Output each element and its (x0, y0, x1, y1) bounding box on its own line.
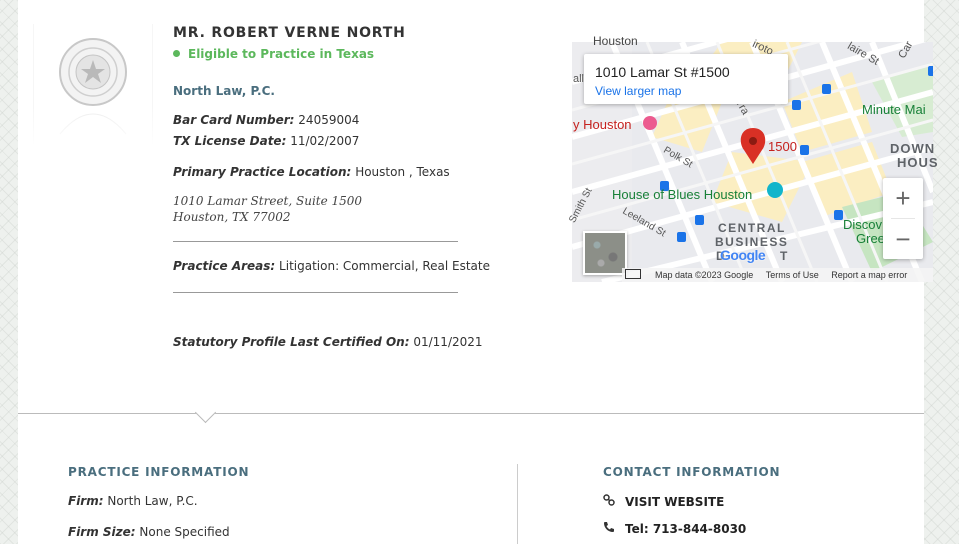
map-label-central: CENTRAL (718, 221, 786, 235)
map-label-district-end: T (780, 249, 788, 263)
telephone-link[interactable]: Tel: 713-844-8030 (603, 521, 746, 536)
certified-value: 01/11/2021 (413, 335, 483, 349)
address-line-2: Houston, TX 77002 (173, 210, 291, 224)
state-bar-seal (32, 24, 154, 144)
divider-line (173, 241, 458, 242)
bar-card-row: Bar Card Number: 24059004 (173, 113, 359, 127)
zoom-out-button[interactable]: − (883, 219, 923, 259)
attorney-name: MR. ROBERT VERNE NORTH (173, 25, 406, 41)
practice-firm-value: North Law, P.C. (107, 494, 198, 508)
map-label-minute-maid: Minute Mai (862, 102, 926, 117)
map-label-houston-top: Houston (593, 34, 638, 48)
map-data-text: Map data ©2023 Google (655, 270, 754, 280)
visit-website-link[interactable]: VISIT WEBSITE (603, 494, 724, 509)
primary-location-value: Houston , Texas (355, 165, 450, 179)
map-label-down: DOWN (890, 141, 936, 156)
firm-size-value: None Specified (139, 525, 230, 539)
popup-address: 1010 Lamar St #1500 (595, 64, 730, 80)
map-label-discov: Discov (843, 217, 883, 232)
map-label-hous: HOUS (897, 155, 939, 170)
terms-of-use-link[interactable]: Terms of Use (766, 270, 819, 280)
map-pin-label: 1500 (768, 139, 797, 154)
keyboard-icon[interactable] (625, 269, 641, 279)
firm-name-link[interactable]: North Law, P.C. (173, 84, 275, 98)
primary-location-row: Primary Practice Location: Houston , Tex… (173, 165, 450, 179)
practice-areas-value: Litigation: Commercial, Real Estate (279, 259, 490, 273)
divider-line (173, 292, 458, 293)
license-date-row: TX License Date: 11/02/2007 (173, 134, 359, 148)
google-logo: Google (720, 247, 766, 263)
map-label-hotel: y Houston (573, 117, 632, 132)
address-line-1: 1010 Lamar Street, Suite 1500 (173, 194, 363, 208)
eligibility-text: Eligible to Practice in Texas (188, 47, 375, 61)
primary-location-label: Primary Practice Location: (173, 165, 352, 179)
phone-icon (603, 521, 619, 536)
certified-label: Statutory Profile Last Certified On: (173, 335, 410, 349)
link-icon (603, 494, 619, 509)
certified-row: Statutory Profile Last Certified On: 01/… (173, 335, 483, 349)
practice-areas-label: Practice Areas: (173, 259, 276, 273)
section-divider (18, 413, 924, 414)
google-logo-text: Google (720, 247, 766, 263)
map-label-greer: Gree (856, 231, 885, 246)
map-zoom-control: + − (883, 178, 923, 259)
visit-website-text: VISIT WEBSITE (625, 495, 725, 509)
view-larger-map-link[interactable]: View larger map (595, 84, 681, 98)
firm-size-label: Firm Size: (68, 525, 136, 539)
license-date-value: 11/02/2007 (290, 134, 360, 148)
map-label-house-of-blues: House of Blues Houston (612, 187, 753, 202)
report-map-error-link[interactable]: Report a map error (831, 270, 907, 280)
status-dot-icon (173, 50, 180, 57)
satellite-view-toggle[interactable] (583, 231, 627, 275)
column-divider (517, 464, 518, 544)
practice-firm-row: Firm: North Law, P.C. (68, 494, 198, 508)
bar-card-label: Bar Card Number: (173, 113, 295, 127)
eligibility-status: Eligible to Practice in Texas (173, 47, 374, 61)
contact-info-heading: CONTACT INFORMATION (603, 465, 781, 479)
map-footer: Map data ©2023 Google Terms of Use Repor… (622, 268, 933, 282)
firm-size-row: Firm Size: None Specified (68, 525, 230, 539)
telephone-text: Tel: 713-844-8030 (625, 522, 747, 536)
practice-info-heading: PRACTICE INFORMATION (68, 465, 250, 479)
bar-card-value: 24059004 (298, 113, 360, 127)
zoom-in-button[interactable]: + (883, 178, 923, 218)
map-info-popup: 1010 Lamar St #1500 View larger map (584, 54, 788, 104)
practice-firm-label: Firm: (68, 494, 104, 508)
practice-areas-row: Practice Areas: Litigation: Commercial, … (173, 259, 490, 273)
license-date-label: TX License Date: (173, 134, 287, 148)
